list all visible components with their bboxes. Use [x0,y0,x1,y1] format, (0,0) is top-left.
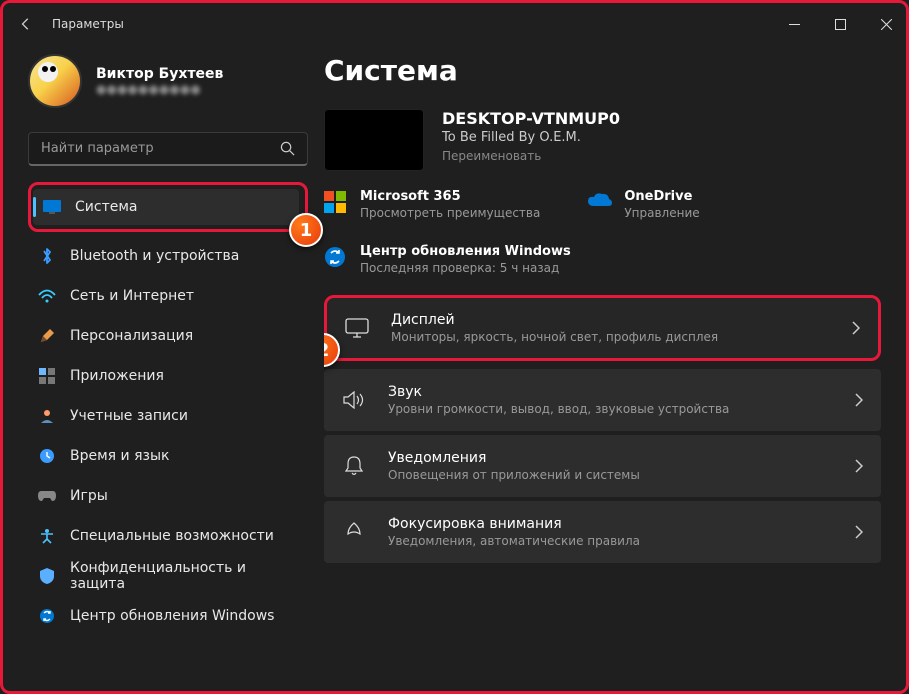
card-onedrive[interactable]: OneDrive Управление [588,189,699,220]
row-sub: Оповещения от приложений и системы [388,468,855,482]
card-sub: Управление [624,206,699,220]
bluetooth-icon [38,247,56,265]
device-model: To Be Filled By O.E.M. [442,130,620,145]
device-name: DESKTOP-VTNMUP0 [442,109,620,128]
system-icon [43,198,61,216]
sidebar-item-apps[interactable]: Приложения [28,358,308,394]
search-icon [280,141,295,156]
sidebar-item-time[interactable]: Время и язык [28,438,308,474]
sidebar-item-privacy[interactable]: Конфиденциальность и защита [28,558,308,594]
rename-link[interactable]: Переименовать [442,149,541,163]
card-microsoft-365[interactable]: Microsoft 365 Просмотреть преимущества [324,189,540,220]
sidebar-highlight-system: Система 1 [28,182,308,232]
accounts-icon [38,407,56,425]
sidebar-item-label: Персонализация [70,328,193,344]
sidebar-item-label: Сеть и Интернет [70,288,194,304]
sidebar-item-label: Специальные возможности [70,528,274,544]
settings-row-display[interactable]: Дисплей Мониторы, яркость, ночной свет, … [324,295,881,361]
user-name: Виктор Бухтеев [96,66,223,82]
row-title: Уведомления [388,450,855,466]
annotation-marker-1: 1 [289,213,323,247]
chevron-right-icon [855,459,863,473]
sidebar-item-accessibility[interactable]: Специальные возможности [28,518,308,554]
card-sub: Последняя проверка: 5 ч назад [360,261,571,275]
settings-row-focus[interactable]: Фокусировка внимания Уведомления, автома… [324,501,881,563]
row-sub: Уровни громкости, вывод, ввод, звуковые … [388,402,855,416]
microsoft-365-icon [324,191,346,213]
back-button[interactable] [12,10,40,38]
sidebar-item-label: Конфиденциальность и защита [70,560,298,592]
page-title: Система [324,54,881,87]
personalization-icon [38,327,56,345]
windows-update-icon [324,246,346,268]
search-box[interactable] [28,132,308,166]
sidebar-item-label: Учетные записи [70,408,188,424]
close-button[interactable] [863,8,909,40]
sidebar-item-label: Bluetooth и устройства [70,248,239,264]
minimize-button[interactable] [771,8,817,40]
apps-icon [38,367,56,385]
chevron-right-icon [852,321,860,335]
gaming-icon [38,487,56,505]
sidebar-item-label: Система [75,199,137,215]
row-sub: Мониторы, яркость, ночной свет, профиль … [391,330,852,344]
card-windows-update[interactable]: Центр обновления Windows Последняя прове… [324,244,881,275]
card-title: OneDrive [624,189,699,204]
row-sub: Уведомления, автоматические правила [388,534,855,548]
device-info: DESKTOP-VTNMUP0 To Be Filled By O.E.M. П… [324,109,881,171]
card-title: Центр обновления Windows [360,244,571,259]
sidebar-item-accounts[interactable]: Учетные записи [28,398,308,434]
sidebar-item-system[interactable]: Система [33,189,299,225]
row-title: Дисплей [391,312,852,328]
focus-icon [342,520,366,544]
sidebar-item-personalization[interactable]: Персонализация [28,318,308,354]
sound-icon [342,388,366,412]
onedrive-icon [588,191,610,213]
sidebar-item-gaming[interactable]: Игры [28,478,308,514]
sidebar-item-label: Игры [70,488,108,504]
sidebar-item-network[interactable]: Сеть и Интернет [28,278,308,314]
sidebar-item-label: Время и язык [70,448,169,464]
user-email: ●●●●●●●●●● [96,82,223,96]
network-icon [38,287,56,305]
search-input[interactable] [41,141,280,156]
maximize-button[interactable] [817,8,863,40]
chevron-right-icon [855,525,863,539]
card-sub: Просмотреть преимущества [360,206,540,220]
user-profile[interactable]: Виктор Бухтеев ●●●●●●●●●● [28,54,308,108]
sidebar-item-bluetooth[interactable]: Bluetooth и устройства [28,238,308,274]
display-icon [345,316,369,340]
row-title: Звук [388,384,855,400]
sidebar-item-label: Центр обновления Windows [70,608,274,624]
card-title: Microsoft 365 [360,189,540,204]
device-thumbnail [324,109,424,171]
settings-row-notifications[interactable]: Уведомления Оповещения от приложений и с… [324,435,881,497]
chevron-right-icon [855,393,863,407]
row-title: Фокусировка внимания [388,516,855,532]
privacy-icon [38,567,56,585]
sidebar-item-label: Приложения [70,368,164,384]
settings-row-sound[interactable]: Звук Уровни громкости, вывод, ввод, звук… [324,369,881,431]
notifications-icon [342,454,366,478]
accessibility-icon [38,527,56,545]
avatar [28,54,82,108]
window-title: Параметры [52,17,124,31]
time-icon [38,447,56,465]
sidebar-item-update[interactable]: Центр обновления Windows [28,598,308,634]
update-icon [38,607,56,625]
